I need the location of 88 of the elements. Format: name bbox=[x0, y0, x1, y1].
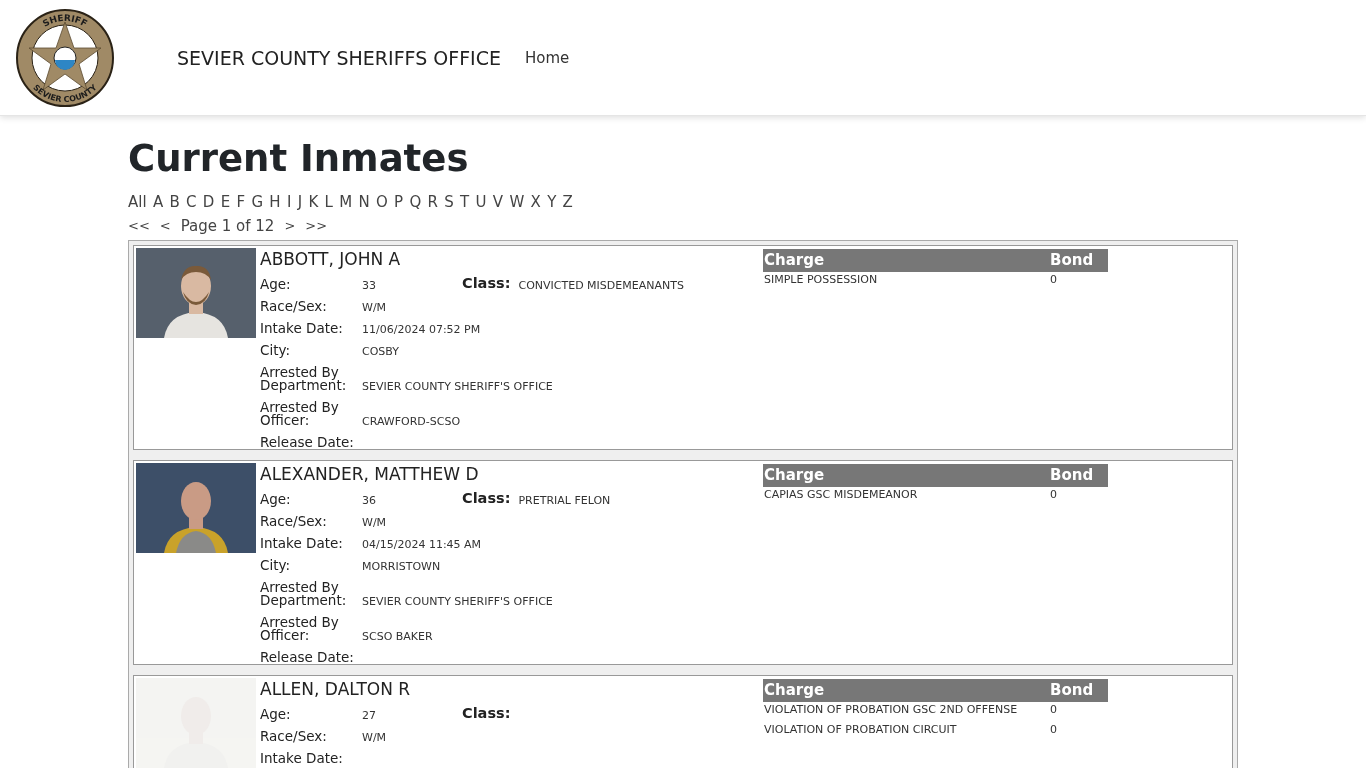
letter-link[interactable]: N bbox=[358, 190, 370, 214]
field-value: W/M bbox=[362, 301, 388, 316]
field-value: 04/15/2024 11:45 AM bbox=[362, 538, 483, 553]
page-indicator: Page 1 of 12 bbox=[180, 216, 275, 237]
page-heading: Current Inmates bbox=[128, 136, 469, 182]
field-value: 11/06/2024 07:52 PM bbox=[362, 323, 482, 338]
letter-link[interactable]: J bbox=[297, 190, 303, 214]
letter-link[interactable]: L bbox=[324, 190, 333, 214]
charge-cell: VIOLATION OF PROBATION GSC 2ND OFFENSE bbox=[763, 702, 1049, 722]
letter-link[interactable]: E bbox=[220, 190, 231, 214]
charge-cell: CAPIAS GSC MISDEMEANOR bbox=[763, 487, 1049, 507]
bond-cell: 0 bbox=[1049, 487, 1108, 507]
letter-link[interactable]: W bbox=[509, 190, 525, 214]
field-label: City: bbox=[260, 341, 292, 360]
letter-link[interactable]: Z bbox=[562, 190, 573, 214]
letter-link[interactable]: H bbox=[269, 190, 281, 214]
column-header: Bond bbox=[1049, 249, 1108, 272]
letter-link[interactable]: V bbox=[492, 190, 504, 214]
field-label: Class: bbox=[462, 490, 511, 508]
last-page-link[interactable]: >> bbox=[305, 214, 328, 238]
field-value: W/M bbox=[362, 516, 388, 531]
column-header: Bond bbox=[1049, 679, 1108, 702]
field-label: Intake Date: bbox=[260, 749, 344, 768]
column-header: Bond bbox=[1049, 464, 1108, 487]
field-label: Race/Sex: bbox=[260, 727, 328, 746]
bond-cell-text: 0 bbox=[1049, 722, 1058, 738]
field-label: Release Date: bbox=[260, 433, 355, 452]
next-page-link[interactable]: > bbox=[284, 214, 296, 238]
site-title: SEVIER COUNTY SHERIFFS OFFICE bbox=[177, 46, 501, 69]
letter-link[interactable]: B bbox=[169, 190, 180, 214]
first-page-link[interactable]: << bbox=[128, 214, 150, 238]
charge-cell: SIMPLE POSSESSION bbox=[763, 272, 1049, 292]
field-value: SEVIER COUNTY SHERIFF'S OFFICE bbox=[362, 380, 554, 395]
letter-link[interactable]: M bbox=[339, 190, 353, 214]
letter-link[interactable]: T bbox=[460, 190, 470, 214]
inmate-name: ABBOTT, JOHN A bbox=[260, 248, 401, 270]
field-value: MORRISTOWN bbox=[362, 560, 442, 575]
bond-cell: 0 bbox=[1049, 272, 1108, 292]
field-value: CRAWFORD-SCSO bbox=[362, 415, 462, 430]
field-label: Arrested By Department: bbox=[260, 363, 348, 395]
bond-cell: 0 bbox=[1049, 702, 1108, 722]
letter-link[interactable]: O bbox=[375, 190, 388, 214]
field-label: Age: bbox=[260, 490, 292, 509]
letter-link[interactable]: U bbox=[475, 190, 487, 214]
field-value: 33 bbox=[362, 279, 377, 294]
field-label: Age: bbox=[260, 705, 292, 724]
letter-link[interactable]: All bbox=[128, 190, 147, 214]
column-header: Charge bbox=[763, 679, 1049, 702]
column-header: Charge bbox=[763, 464, 1049, 487]
letter-link[interactable]: G bbox=[251, 190, 264, 214]
field-label: Arrested By Officer: bbox=[260, 398, 340, 430]
field-value: SEVIER COUNTY SHERIFF'S OFFICE bbox=[362, 595, 554, 610]
field-value: SCSO BAKER bbox=[362, 630, 434, 645]
field-label: Age: bbox=[260, 275, 292, 294]
charge-cell-text: VIOLATION OF PROBATION CIRCUIT bbox=[763, 722, 958, 738]
previous-page-link[interactable]: < bbox=[159, 214, 171, 238]
letter-link[interactable]: Q bbox=[409, 190, 422, 214]
field-label: Intake Date: bbox=[260, 534, 344, 553]
field-label: Intake Date: bbox=[260, 319, 344, 338]
letter-link[interactable]: F bbox=[236, 190, 246, 214]
inmate-name: ALEXANDER, MATTHEW D bbox=[260, 463, 479, 485]
field-value: W/M bbox=[362, 731, 388, 746]
letter-link[interactable]: P bbox=[394, 190, 404, 214]
field-label: Race/Sex: bbox=[260, 297, 328, 316]
field-label: City: bbox=[260, 556, 292, 575]
field-label: Race/Sex: bbox=[260, 512, 328, 531]
letter-link[interactable]: S bbox=[444, 190, 454, 214]
field-label: Class: bbox=[462, 275, 511, 293]
field-value: CONVICTED MISDEMEANANTS bbox=[518, 279, 685, 294]
field-value: 36 bbox=[362, 494, 377, 509]
letter-link[interactable]: K bbox=[308, 190, 319, 214]
nav-link[interactable]: Home bbox=[525, 48, 570, 67]
field-value: PRETRIAL FELON bbox=[518, 494, 612, 509]
column-header: Charge bbox=[763, 249, 1049, 272]
field-label: Arrested By Officer: bbox=[260, 613, 340, 645]
field-label: Arrested By Department: bbox=[260, 578, 348, 610]
letter-link[interactable]: R bbox=[427, 190, 438, 214]
letter-link[interactable]: A bbox=[152, 190, 164, 214]
letter-link[interactable]: Y bbox=[547, 190, 557, 214]
letter-link[interactable]: C bbox=[186, 190, 197, 214]
field-value: COSBY bbox=[362, 345, 400, 360]
letter-link[interactable]: D bbox=[202, 190, 215, 214]
field-label: Release Date: bbox=[260, 648, 355, 667]
inmate-name: ALLEN, DALTON R bbox=[260, 678, 411, 700]
letter-link[interactable]: I bbox=[286, 190, 292, 214]
letter-link[interactable]: X bbox=[530, 190, 541, 214]
field-value: 27 bbox=[362, 709, 377, 724]
field-label: Class: bbox=[462, 705, 511, 723]
